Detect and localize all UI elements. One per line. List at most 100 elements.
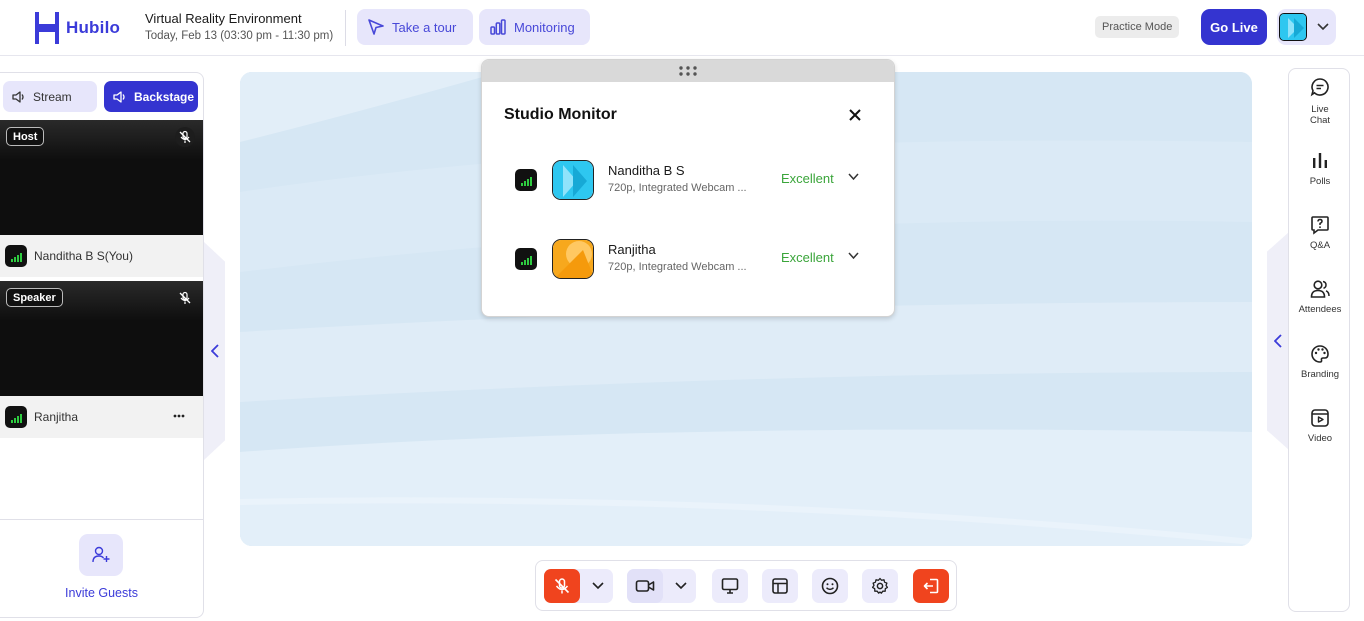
invite-guests-button[interactable] [79, 534, 123, 576]
right-sidebar: Live Chat Polls Q&A Attendees Branding V… [1288, 68, 1350, 612]
collapse-left-panel-handle[interactable] [204, 242, 225, 460]
sidebar-item-label: Attendees [1298, 304, 1342, 315]
mic-off-icon[interactable] [175, 127, 195, 147]
chevron-down-icon[interactable] [848, 252, 859, 260]
take-a-tour-label: Take a tour [392, 19, 457, 35]
bar-chart-icon [490, 19, 506, 35]
sidebar-item-label: Q&A [1309, 240, 1331, 251]
participant-name: Ranjitha [608, 242, 656, 257]
video-camera-icon [635, 580, 655, 592]
smiley-icon [821, 577, 839, 595]
participant-name: Nanditha B S [608, 163, 685, 178]
sidebar-item-video[interactable]: Video [1289, 408, 1351, 444]
monitoring-label: Monitoring [514, 19, 575, 35]
sidebar-item-polls[interactable]: Polls [1289, 151, 1351, 187]
palette-icon [1311, 345, 1329, 363]
mic-off-icon [554, 578, 570, 594]
exit-icon [923, 578, 939, 594]
role-badge: Speaker [6, 288, 63, 307]
go-live-button[interactable]: Go Live [1201, 9, 1267, 45]
hubilo-logo-icon [35, 12, 59, 44]
stream-tab[interactable]: Stream [3, 81, 97, 112]
leave-studio-button[interactable] [913, 569, 949, 603]
chat-icon [1310, 78, 1329, 97]
signal-strength-icon [5, 406, 27, 428]
user-menu[interactable] [1277, 9, 1336, 45]
layout-icon [772, 578, 788, 594]
camera-toggle-button[interactable] [627, 569, 663, 603]
participant-name-bar: Nanditha B S(You) [0, 235, 203, 277]
participant-name: Ranjitha [34, 410, 79, 424]
gear-icon [871, 577, 889, 594]
sidebar-item-live-chat[interactable]: Live Chat [1289, 77, 1351, 126]
backstage-tab-label: Backstage [134, 89, 195, 104]
avatar [552, 160, 594, 200]
sidebar-item-label: Branding [1300, 369, 1340, 380]
monitor-row: Nanditha B S 720p, Integrated Webcam ...… [515, 160, 865, 200]
signal-strength-icon [515, 169, 537, 191]
add-user-icon [92, 546, 110, 563]
event-info: Virtual Reality Environment Today, Feb 1… [145, 11, 333, 42]
mic-toggle-button[interactable] [544, 569, 580, 603]
device-info: 720p, Integrated Webcam ... [608, 182, 747, 194]
backstage-tab[interactable]: Backstage [104, 81, 198, 112]
sidebar-item-branding[interactable]: Branding [1289, 344, 1351, 380]
chevron-left-icon [1274, 334, 1282, 348]
speaker-icon [12, 90, 24, 103]
chevron-down-icon[interactable] [848, 173, 859, 181]
polls-icon [1313, 153, 1327, 168]
more-options-icon[interactable] [173, 414, 185, 418]
chevron-down-icon [1317, 23, 1329, 31]
connection-quality: Excellent [781, 171, 834, 186]
reactions-button[interactable] [812, 569, 848, 603]
camera-control-group [627, 569, 696, 603]
header-divider [345, 10, 346, 46]
role-badge: Host [6, 127, 45, 146]
speaker-icon [113, 90, 125, 103]
signal-strength-icon [5, 245, 27, 267]
monitor-icon [721, 578, 739, 594]
share-screen-button[interactable] [712, 569, 748, 603]
cursor-icon [368, 19, 384, 35]
take-a-tour-button[interactable]: Take a tour [357, 9, 473, 45]
chevron-down-icon[interactable] [592, 582, 604, 590]
monitor-row: Ranjitha 720p, Integrated Webcam ... Exc… [515, 239, 865, 279]
chevron-down-icon[interactable] [675, 582, 687, 590]
dialog-title: Studio Monitor [504, 106, 617, 123]
stream-tab-label: Stream [33, 89, 72, 104]
collapse-right-panel-handle[interactable] [1267, 232, 1289, 450]
sidebar-item-attendees[interactable]: Attendees [1289, 279, 1351, 315]
chevron-left-icon [210, 344, 219, 358]
controls-bar [535, 560, 957, 611]
video-tile-host[interactable]: Host [0, 120, 203, 235]
sidebar-item-label: Live Chat [1309, 104, 1331, 126]
user-avatar [1279, 13, 1307, 41]
video-tile-speaker[interactable]: Speaker [0, 281, 203, 396]
hubilo-logo[interactable]: Hubilo [34, 9, 120, 47]
video-icon [1311, 409, 1329, 427]
invite-guests-label[interactable]: Invite Guests [0, 586, 203, 600]
device-info: 720p, Integrated Webcam ... [608, 261, 747, 273]
logo-text: Hubilo [66, 18, 121, 37]
settings-button[interactable] [862, 569, 898, 603]
monitoring-button[interactable]: Monitoring [479, 9, 590, 45]
qna-icon [1311, 216, 1329, 235]
signal-strength-icon [515, 248, 537, 270]
connection-quality: Excellent [781, 250, 834, 265]
divider [0, 519, 203, 520]
sidebar-item-label: Video [1307, 433, 1333, 444]
participant-name-bar: Ranjitha [0, 396, 203, 438]
attendees-icon [1310, 280, 1330, 298]
event-title: Virtual Reality Environment [145, 11, 302, 26]
top-bar: Hubilo Virtual Reality Environment Today… [0, 0, 1364, 56]
avatar [552, 239, 594, 279]
close-icon[interactable] [846, 106, 864, 124]
drag-handle-icon [679, 66, 697, 76]
mic-control-group [544, 569, 613, 603]
layout-button[interactable] [762, 569, 798, 603]
mic-off-icon[interactable] [175, 288, 195, 308]
drag-handle[interactable] [482, 60, 894, 82]
sidebar-item-qna[interactable]: Q&A [1289, 215, 1351, 251]
event-time: Today, Feb 13 (03:30 pm - 11:30 pm) [145, 30, 334, 42]
participants-panel: Stream Backstage Host Nanditha B S(You) … [0, 72, 204, 618]
